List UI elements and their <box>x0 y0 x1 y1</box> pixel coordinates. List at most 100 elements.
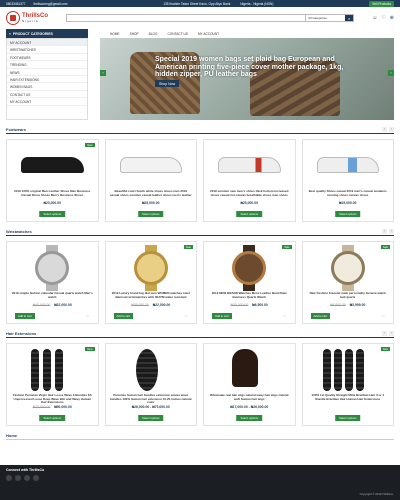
category-sidebar: MY ACCOUNT WRISTWATCHES FOOTWEARS TRENDI… <box>6 38 88 120</box>
product-card[interactable]: Sale New Fashion bracelet male personali… <box>301 241 394 324</box>
section-heading-row: Hair Extensions ‹ › <box>6 330 394 338</box>
select-options-button[interactable]: Select options <box>137 415 164 421</box>
product-name[interactable]: Beautiful court South white shoes shoes … <box>106 189 197 200</box>
add-to-cart-button[interactable]: Add to cart <box>113 313 134 319</box>
sidebar-item[interactable]: NEWS <box>7 69 87 76</box>
product-name[interactable]: 2019 summer new men's shoes thick bottom… <box>204 189 295 200</box>
product-card[interactable]: Best quality Shoes casual 2019 men's cas… <box>301 139 394 222</box>
next-icon[interactable]: › <box>389 331 394 336</box>
add-to-cart-button[interactable]: Add to cart <box>212 313 232 319</box>
product-name[interactable]: 2019 Luxury brand big dial men WOMEN wat… <box>106 291 197 302</box>
menu-blog[interactable]: BLOG <box>149 32 158 36</box>
menu-contact[interactable]: CONTACT US <box>167 32 187 36</box>
sidebar-item[interactable]: TRENDING <box>7 61 87 69</box>
product-card[interactable]: Sale 2019 NEW BRAND Watches Mens Leather… <box>203 241 296 324</box>
user-icon[interactable]: ☺ <box>372 15 377 21</box>
next-icon[interactable]: › <box>389 229 394 234</box>
facebook-icon[interactable] <box>6 475 12 481</box>
sell-button[interactable]: Sell Products <box>369 0 394 7</box>
country-text[interactable]: Nigeria - Nigeria (NGN) <box>240 2 273 6</box>
product-card[interactable]: 2019 simple fashion calendar Casual quar… <box>6 241 99 324</box>
logo-mark-icon <box>6 11 20 25</box>
sidebar-item[interactable]: MY ACCOUNT <box>7 98 87 106</box>
product-image[interactable] <box>309 245 388 291</box>
email-text: thrillscoeng@gmail.com <box>33 1 68 6</box>
product-image[interactable] <box>210 245 289 291</box>
product-card[interactable]: New Fashion Peruvian Virgin Hair Loose W… <box>6 343 99 426</box>
wishlist-icon[interactable]: ♡ <box>184 314 188 319</box>
cart-icon[interactable]: ⊕ <box>390 15 394 21</box>
wishlist-icon[interactable]: ♡ <box>381 314 385 319</box>
select-options-button[interactable]: Select options <box>39 211 66 217</box>
add-to-cart-button[interactable]: Add to cart <box>310 313 331 319</box>
select-options-button[interactable]: Select options <box>236 211 263 217</box>
category-select[interactable]: All Categories <box>305 15 345 21</box>
product-image[interactable] <box>112 143 191 189</box>
twitter-icon[interactable] <box>15 475 21 481</box>
product-image[interactable] <box>210 143 289 189</box>
product-name[interactable]: New Fashion bracelet male personality Ge… <box>303 291 394 302</box>
product-price: ₦38,000.00 ₦22,000.00 <box>106 303 197 307</box>
social-icons <box>6 475 394 481</box>
prev-arrow-icon[interactable]: ‹ <box>100 70 106 76</box>
menu-account[interactable]: MY ACCOUNT <box>198 32 219 36</box>
product-image[interactable] <box>309 143 388 189</box>
product-card[interactable]: New 100% 1st Quality Straight Mink Brazi… <box>301 343 394 426</box>
search-input[interactable] <box>67 15 306 21</box>
search-button[interactable]: ⌕ <box>345 15 354 21</box>
next-arrow-icon[interactable]: › <box>388 70 394 76</box>
product-categories-button[interactable]: ≡ PRODUCT CATEGORIES <box>6 29 88 38</box>
hair-image <box>322 349 331 391</box>
product-image[interactable] <box>210 347 289 393</box>
product-card[interactable]: Sale 2019 Luxury brand big dial men WOME… <box>104 241 197 324</box>
product-card[interactable]: New 2019 100% original Men Leather Shoes… <box>6 139 99 222</box>
product-card[interactable]: Beautiful court South white shoes shoes … <box>104 139 197 222</box>
product-name[interactable]: 2019 100% original Men Leather Shoes Men… <box>7 189 98 200</box>
prev-icon[interactable]: ‹ <box>382 127 387 132</box>
wishlist-icon[interactable]: ♡ <box>86 314 90 319</box>
product-image[interactable] <box>13 143 92 189</box>
product-image[interactable] <box>13 347 92 393</box>
product-name[interactable]: Wholesale real hair wigs natural wavy ha… <box>204 393 295 404</box>
sidebar-item[interactable]: WOMEN BAGS <box>7 83 87 91</box>
product-card[interactable]: Wholesale real hair wigs natural wavy ha… <box>203 343 296 426</box>
menu-home[interactable]: HOME <box>110 32 120 36</box>
product-image[interactable] <box>112 245 191 291</box>
product-image[interactable] <box>13 245 92 291</box>
product-name[interactable]: 2019 simple fashion calendar Casual quar… <box>7 291 98 302</box>
youtube-icon[interactable] <box>33 475 39 481</box>
select-options-button[interactable]: Select options <box>236 415 263 421</box>
select-options-button[interactable]: Select options <box>334 415 361 421</box>
product-name[interactable]: 100% 1st Quality Straight Mink Brazilian… <box>303 393 394 404</box>
add-to-cart-button[interactable]: Add to cart <box>15 313 35 319</box>
product-name[interactable]: 2019 NEW BRAND Watches Mens Leather Band… <box>204 291 295 302</box>
logo[interactable]: ThrillsCo Nigeria <box>6 11 48 25</box>
home-heading-row: Home <box>6 432 394 440</box>
prev-icon[interactable]: ‹ <box>382 331 387 336</box>
hero-banner[interactable]: Special 2019 women bags set plaid bag Eu… <box>100 38 394 120</box>
footer: Connect with ThrillsCo Copyright © 2019 … <box>0 465 400 500</box>
prev-icon[interactable]: ‹ <box>382 229 387 234</box>
product-image[interactable] <box>112 347 191 393</box>
product-image[interactable] <box>309 347 388 393</box>
sidebar-item[interactable]: FOOTWEARS <box>7 54 87 62</box>
product-name[interactable]: Peruvian human hair bundles extension we… <box>106 393 197 404</box>
select-options-button[interactable]: Select options <box>137 211 164 217</box>
sidebar-item[interactable]: WRISTWATCHES <box>7 46 87 54</box>
select-options-button[interactable]: Select options <box>39 415 66 421</box>
sidebar-item[interactable]: HAIR EXTENSIONS <box>7 76 87 84</box>
product-price: ₦25,000.00 <box>204 201 295 205</box>
sidebar-item[interactable]: CONTACT US <box>7 91 87 99</box>
wishlist-icon[interactable]: ♡ <box>283 314 287 319</box>
sidebar-item[interactable]: MY ACCOUNT <box>7 39 87 47</box>
shop-now-button[interactable]: Shop Now <box>155 80 180 87</box>
next-icon[interactable]: › <box>389 127 394 132</box>
menu-shop[interactable]: SHOP <box>130 32 139 36</box>
instagram-icon[interactable] <box>24 475 30 481</box>
product-card[interactable]: 2019 summer new men's shoes thick bottom… <box>203 139 296 222</box>
product-name[interactable]: Best quality Shoes casual 2019 men's cas… <box>303 189 394 200</box>
wishlist-icon[interactable]: ♡ <box>381 15 385 21</box>
product-card[interactable]: Peruvian human hair bundles extension we… <box>104 343 197 426</box>
select-options-button[interactable]: Select options <box>334 211 361 217</box>
product-name[interactable]: Fashion Peruvian Virgin Hair Loose Wave … <box>7 393 98 404</box>
